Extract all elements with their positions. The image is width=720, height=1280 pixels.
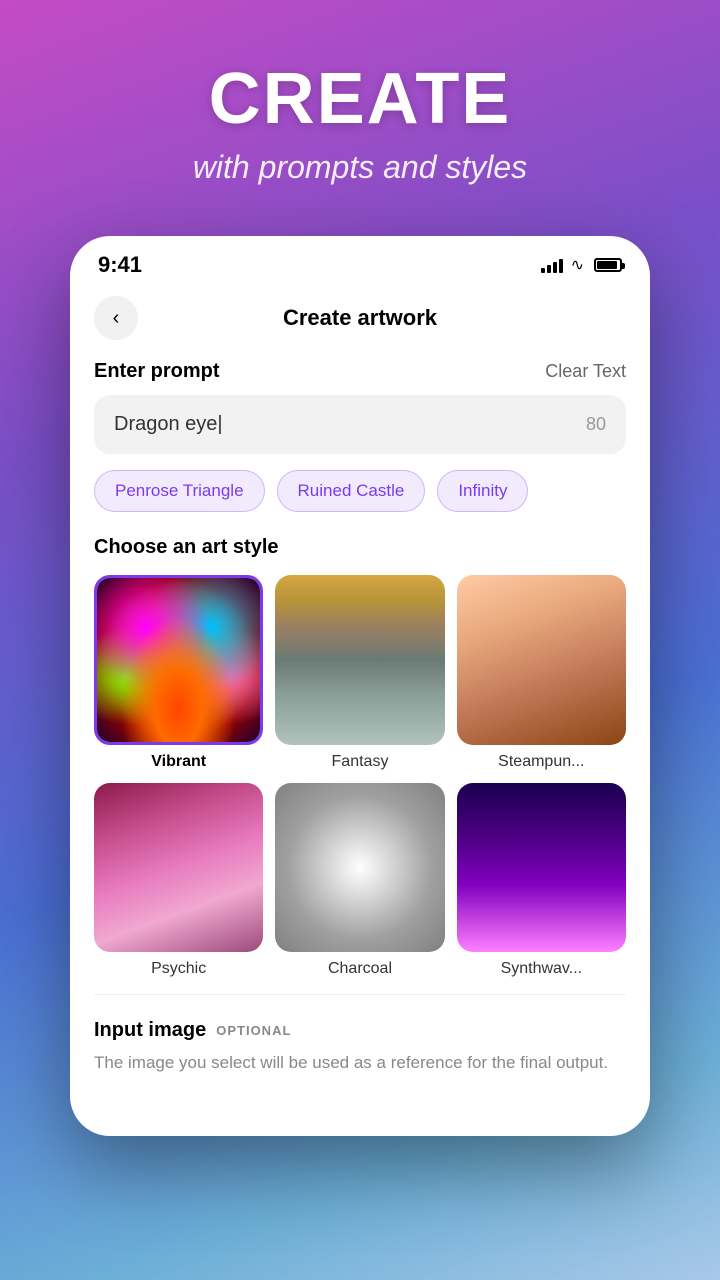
page-title: Create artwork (138, 305, 582, 331)
art-style-vibrant-label: Vibrant (151, 753, 206, 771)
optional-badge: OPTIONAL (216, 1023, 291, 1038)
chip-infinity[interactable]: Infinity (437, 470, 528, 512)
prompt-label: Enter prompt (94, 360, 220, 383)
art-style-charcoal-label: Charcoal (328, 960, 392, 978)
art-style-charcoal[interactable]: Charcoal (275, 783, 444, 978)
suggestion-chips: Penrose Triangle Ruined Castle Infinity (94, 470, 626, 512)
art-style-fantasy-label: Fantasy (332, 753, 389, 771)
back-button[interactable]: ‹ (94, 296, 138, 340)
art-style-fantasy[interactable]: Fantasy (275, 575, 444, 770)
prompt-input-box[interactable]: Dragon eye| 80 (94, 395, 626, 454)
status-icons: ∿ (541, 255, 622, 275)
art-style-synthwave-label: Synthwav... (501, 960, 583, 978)
art-style-psychic[interactable]: Psychic (94, 783, 263, 978)
prompt-value: Dragon eye| (114, 413, 223, 436)
content-area: Enter prompt Clear Text Dragon eye| 80 P… (70, 360, 650, 1091)
battery-icon (594, 258, 622, 272)
nav-header: ‹ Create artwork (70, 286, 650, 360)
chip-penrose[interactable]: Penrose Triangle (94, 470, 265, 512)
hero-section: CREATE with prompts and styles (0, 0, 720, 216)
input-image-header: Input image OPTIONAL (94, 1019, 626, 1042)
hero-title: CREATE (40, 60, 680, 139)
art-style-psychic-label: Psychic (151, 960, 206, 978)
art-style-title: Choose an art style (94, 536, 626, 559)
phone-frame: 9:41 ∿ ‹ Create artwork Enter prompt Cle… (70, 236, 650, 1136)
chip-ruined-castle[interactable]: Ruined Castle (277, 470, 426, 512)
input-image-section: Input image OPTIONAL The image you selec… (94, 994, 626, 1092)
prompt-char-count: 80 (586, 414, 606, 435)
hero-subtitle: with prompts and styles (40, 149, 680, 186)
back-icon: ‹ (113, 307, 120, 330)
prompt-header: Enter prompt Clear Text (94, 360, 626, 383)
art-style-steampunk[interactable]: Steampun... (457, 575, 626, 770)
wifi-icon: ∿ (571, 255, 584, 275)
input-image-description: The image you select will be used as a r… (94, 1050, 626, 1076)
status-bar: 9:41 ∿ (70, 236, 650, 286)
clear-text-button[interactable]: Clear Text (545, 361, 626, 382)
signal-icon (541, 257, 563, 273)
art-style-vibrant[interactable]: Vibrant (94, 575, 263, 770)
art-style-synthwave[interactable]: Synthwav... (457, 783, 626, 978)
status-time: 9:41 (98, 252, 142, 278)
input-image-label: Input image (94, 1019, 206, 1042)
art-style-grid: Vibrant Fantasy Steampun... (94, 575, 626, 978)
art-style-steampunk-label: Steampun... (498, 753, 584, 771)
